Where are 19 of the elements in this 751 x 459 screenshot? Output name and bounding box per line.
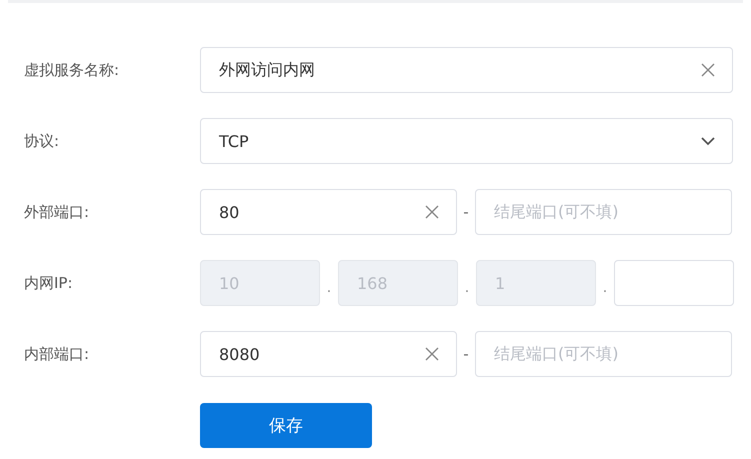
input-field[interactable]: 外网访问内网 <box>200 47 733 93</box>
input-field[interactable]: 80 <box>200 189 457 235</box>
field-label: 内网IP: <box>24 274 74 292</box>
clear-icon[interactable] <box>424 346 440 362</box>
select-field[interactable]: TCP <box>200 118 733 164</box>
ip-octet-field[interactable] <box>614 260 734 306</box>
field-label: 协议: <box>24 132 60 150</box>
ip-separator: . <box>602 279 608 296</box>
range-separator: - <box>462 203 470 221</box>
save-button[interactable]: 保存 <box>200 402 372 448</box>
field-label: 内部端口: <box>24 344 90 364</box>
field-label: 外部端口: <box>24 202 90 222</box>
input-field[interactable]: 8080 <box>200 331 457 377</box>
ip-separator: . <box>326 279 332 296</box>
clear-icon[interactable] <box>424 204 440 220</box>
field-label: 虚拟服务名称: <box>24 60 120 80</box>
range-separator: - <box>462 345 470 363</box>
ip-separator: . <box>464 279 470 296</box>
clear-icon[interactable] <box>700 62 716 78</box>
